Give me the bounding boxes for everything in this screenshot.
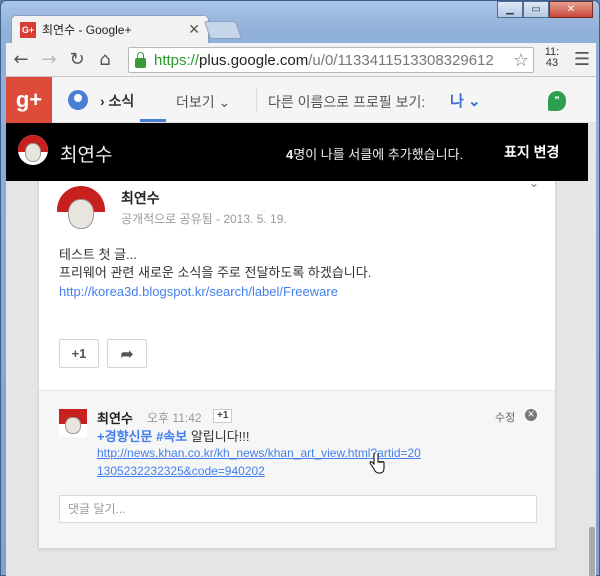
home-icon[interactable]: ⌂ <box>92 47 118 73</box>
profile-name: 최연수 <box>60 145 113 166</box>
gplus-navbar: g+ › 소식 더보기 ⌄ 다른 이름으로 프로필 보기: 나 ⌄ ❞ <box>6 77 596 123</box>
nav-active-indicator <box>140 119 166 122</box>
bookmark-star-icon[interactable]: ☆ <box>513 50 529 71</box>
tab-title: 최연수 - Google+ <box>42 23 132 37</box>
change-cover-button[interactable]: 표지 변경 <box>504 142 559 162</box>
chrome-menu-icon[interactable]: ☰ <box>574 49 590 70</box>
profile-header: 최연수 4명이 나를 서클에 추가했습니다. 표지 변경 <box>6 123 588 181</box>
comment-edit-link[interactable]: 수정 <box>495 409 515 425</box>
comment-body: +경향신문 #속보 알립니다!!! <box>97 429 250 444</box>
post-card: ⌄ 최연수 공개적으로 공유됨 - 2013. 5. 19. 테스트 첫 글..… <box>38 181 556 549</box>
hangouts-icon[interactable]: ❞ <box>548 91 566 111</box>
more-dropdown[interactable]: 더보기 ⌄ <box>176 92 230 112</box>
post-author[interactable]: 최연수 <box>121 188 160 208</box>
gplus-logo[interactable]: g+ <box>6 77 52 123</box>
circle-count-text[interactable]: 4명이 나를 서클에 추가했습니다. <box>286 144 463 163</box>
stream-content: ⌄ 최연수 공개적으로 공유됨 - 2013. 5. 19. 테스트 첫 글..… <box>6 181 588 576</box>
hashtag-link[interactable]: #속보 <box>156 429 187 444</box>
new-tab-button[interactable] <box>203 21 243 39</box>
post-meta: 공개적으로 공유됨 - 2013. 5. 19. <box>121 212 287 226</box>
post-options-chevron-icon[interactable]: ⌄ <box>529 181 539 190</box>
share-button[interactable]: ➦ <box>107 339 147 368</box>
window-controls: ▁ ▭ ✕ <box>497 1 593 18</box>
forward-arrow-icon[interactable]: → <box>36 47 62 73</box>
browser-tab[interactable]: G+ 최연수 - Google+ ✕ <box>11 15 209 43</box>
comment-time: 오후 11:42 <box>147 411 202 425</box>
nav-divider <box>256 87 257 113</box>
maximize-button[interactable]: ▭ <box>523 1 549 18</box>
address-bar[interactable]: https://plus.google.com/u/0/113341151330… <box>128 47 534 73</box>
back-arrow-icon[interactable]: ← <box>8 47 34 73</box>
comment-delete-icon[interactable]: ✕ <box>525 409 537 421</box>
comment-author-avatar[interactable] <box>59 409 87 437</box>
plusone-button[interactable]: +1 <box>59 339 99 368</box>
nav-current-section[interactable]: › 소식 <box>100 91 134 111</box>
tab-close-icon[interactable]: ✕ <box>188 22 200 38</box>
lock-icon <box>135 51 146 68</box>
post-text: 테스트 첫 글... 프리웨어 관련 새로운 소식을 주로 전달하도록 하겠습니… <box>59 247 372 280</box>
scrollbar-thumb[interactable] <box>589 527 595 576</box>
url-text: https://plus.google.com/u/0/113341151330… <box>154 51 494 69</box>
comment-input[interactable] <box>59 495 537 523</box>
hand-cursor-icon <box>369 453 385 474</box>
view-as-label: 다른 이름으로 프로필 보기: <box>268 94 426 110</box>
clock-extension[interactable]: 11: 43 <box>540 47 564 69</box>
close-window-button[interactable]: ✕ <box>549 1 593 18</box>
post-link[interactable]: http://korea3d.blogspot.kr/search/label/… <box>59 284 338 299</box>
reload-icon[interactable]: ↻ <box>64 47 90 73</box>
comments-section: 최연수 오후 11:42 +1 수정 ✕ +경향신문 #속보 알립니다!!! h… <box>39 390 555 548</box>
page-scrollbar[interactable] <box>588 123 596 576</box>
gplus-favicon-icon: G+ <box>20 21 36 38</box>
comment-plusone-button[interactable]: +1 <box>213 409 233 423</box>
hashtag-link[interactable]: +경향신문 <box>97 429 152 444</box>
minimize-button[interactable]: ▁ <box>497 1 523 18</box>
profile-home-icon[interactable] <box>68 90 88 110</box>
view-as-dropdown[interactable]: 나 ⌄ <box>450 90 481 111</box>
comment-author[interactable]: 최연수 <box>97 408 133 427</box>
profile-avatar[interactable] <box>18 135 48 165</box>
browser-toolbar: ← → ↻ ⌂ https://plus.google.com/u/0/1133… <box>6 43 596 77</box>
browser-window: G+ 최연수 - Google+ ✕ ▁ ▭ ✕ ← → ↻ ⌂ https:/… <box>0 0 600 576</box>
post-author-avatar[interactable] <box>57 186 105 234</box>
